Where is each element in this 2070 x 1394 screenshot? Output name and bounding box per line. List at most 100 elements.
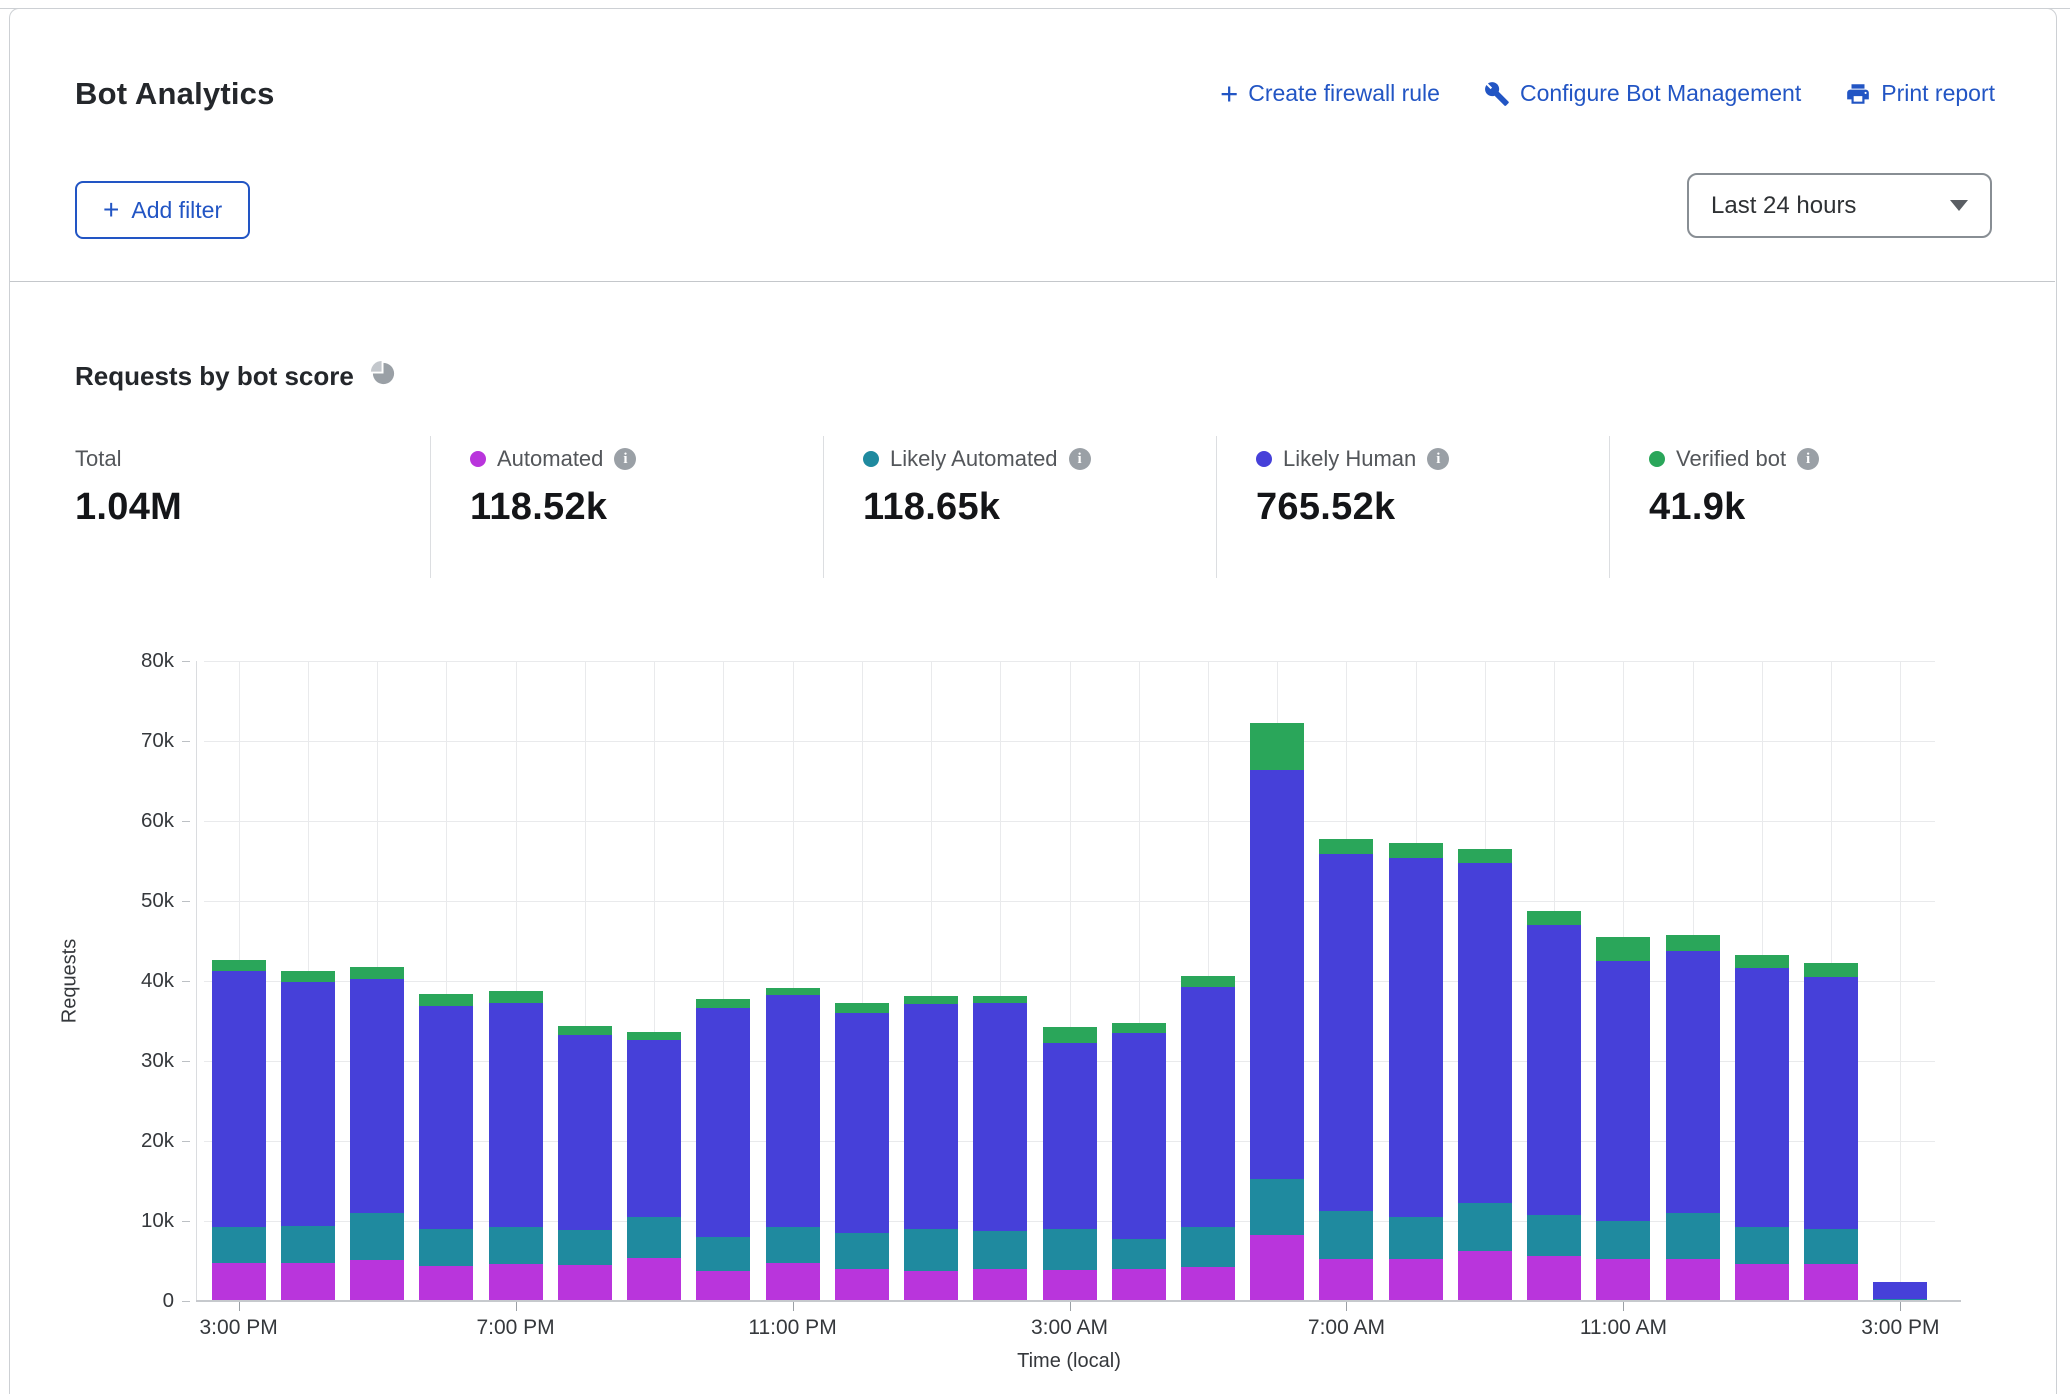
bar-segment-verified-bot[interactable] [1319,839,1373,854]
bar-segment-likely-automated[interactable] [1458,1203,1512,1250]
bar-segment-likely-human[interactable] [627,1040,681,1217]
bar-segment-likely-automated[interactable] [696,1237,750,1271]
add-filter-button[interactable]: + Add filter [75,181,250,239]
bar-segment-verified-bot[interactable] [350,967,404,979]
bar-segment-likely-human[interactable] [835,1013,889,1233]
bar-segment-likely-human[interactable] [1250,770,1304,1179]
bar-segment-likely-human[interactable] [973,1003,1027,1231]
bar-segment-likely-human[interactable] [1319,854,1373,1211]
bar-segment-verified-bot[interactable] [1389,843,1443,858]
bar-segment-likely-automated[interactable] [835,1233,889,1269]
bar-segment-automated[interactable] [1735,1264,1789,1301]
bar-segment-likely-human[interactable] [281,982,335,1226]
bar-segment-likely-human[interactable] [1458,863,1512,1203]
bar-segment-verified-bot[interactable] [627,1032,681,1040]
bar-segment-likely-human[interactable] [350,979,404,1213]
bar-segment-automated[interactable] [1458,1251,1512,1301]
bar-segment-likely-human[interactable] [558,1035,612,1230]
bar-segment-automated[interactable] [1250,1235,1304,1301]
bar-segment-automated[interactable] [419,1266,473,1301]
bar-segment-likely-automated[interactable] [1666,1213,1720,1259]
create-firewall-rule-link[interactable]: + Create firewall rule [1220,80,1440,107]
bar-segment-verified-bot[interactable] [1804,963,1858,977]
bar-segment-likely-automated[interactable] [766,1227,820,1264]
bar-segment-automated[interactable] [1181,1267,1235,1301]
bar-segment-automated[interactable] [1596,1259,1650,1301]
bar-segment-verified-bot[interactable] [973,996,1027,1003]
bar-segment-verified-bot[interactable] [696,999,750,1008]
bar-segment-likely-automated[interactable] [1250,1179,1304,1235]
bar-segment-automated[interactable] [835,1269,889,1301]
bar-segment-likely-automated[interactable] [1527,1215,1581,1257]
bar-segment-likely-automated[interactable] [973,1231,1027,1269]
bar-segment-likely-automated[interactable] [904,1229,958,1271]
bar-segment-likely-human[interactable] [904,1004,958,1229]
bar-segment-automated[interactable] [1666,1259,1720,1301]
info-icon[interactable]: i [1427,448,1449,470]
bar-segment-automated[interactable] [904,1271,958,1301]
bar-segment-verified-bot[interactable] [1596,937,1650,961]
bar-segment-likely-human[interactable] [1389,858,1443,1217]
bar-segment-verified-bot[interactable] [281,971,335,981]
bar-segment-likely-human[interactable] [419,1006,473,1229]
bar-segment-likely-automated[interactable] [1112,1239,1166,1269]
bar-segment-verified-bot[interactable] [1250,723,1304,770]
bar-segment-automated[interactable] [281,1263,335,1301]
bar-segment-automated[interactable] [973,1269,1027,1301]
bar-segment-likely-human[interactable] [1596,961,1650,1221]
bar-segment-likely-automated[interactable] [1735,1227,1789,1265]
bar-segment-automated[interactable] [696,1271,750,1301]
bar-segment-likely-automated[interactable] [1043,1229,1097,1270]
bar-segment-verified-bot[interactable] [489,991,543,1003]
bar-segment-likely-human[interactable] [489,1003,543,1227]
time-range-select[interactable]: Last 24 hours [1687,173,1992,238]
bar-segment-verified-bot[interactable] [1112,1023,1166,1033]
bar-segment-likely-human[interactable] [212,971,266,1228]
bar-segment-verified-bot[interactable] [904,996,958,1004]
bar-segment-likely-automated[interactable] [281,1226,335,1263]
bar-segment-likely-human[interactable] [766,995,820,1226]
bar-segment-verified-bot[interactable] [766,988,820,995]
bar-segment-verified-bot[interactable] [1181,976,1235,986]
bar-segment-automated[interactable] [1389,1259,1443,1301]
bar-segment-likely-automated[interactable] [212,1227,266,1263]
bar-segment-verified-bot[interactable] [835,1003,889,1013]
bar-segment-automated[interactable] [1043,1270,1097,1301]
print-report-link[interactable]: Print report [1845,80,1995,107]
bar-segment-verified-bot[interactable] [1527,911,1581,925]
configure-bot-management-link[interactable]: Configure Bot Management [1484,80,1801,107]
bar-segment-verified-bot[interactable] [1735,955,1789,969]
bar-segment-verified-bot[interactable] [1458,849,1512,863]
bar-segment-verified-bot[interactable] [558,1026,612,1035]
bar-segment-likely-human[interactable] [1873,1282,1927,1299]
bar-segment-automated[interactable] [766,1263,820,1301]
bar-segment-likely-automated[interactable] [1596,1221,1650,1259]
bar-segment-likely-automated[interactable] [627,1217,681,1258]
bar-segment-automated[interactable] [558,1265,612,1301]
bar-segment-likely-human[interactable] [1043,1043,1097,1229]
bar-segment-automated[interactable] [1804,1264,1858,1301]
bar-segment-likely-human[interactable] [1666,951,1720,1213]
bar-segment-automated[interactable] [489,1264,543,1301]
bar-segment-automated[interactable] [1319,1259,1373,1301]
bar-segment-automated[interactable] [1527,1256,1581,1301]
bar-segment-automated[interactable] [350,1260,404,1301]
bar-segment-likely-automated[interactable] [489,1227,543,1265]
bar-segment-likely-automated[interactable] [1181,1227,1235,1267]
bar-segment-likely-automated[interactable] [1319,1211,1373,1259]
bar-segment-likely-human[interactable] [696,1008,750,1237]
bar-segment-likely-automated[interactable] [419,1229,473,1266]
bar-segment-automated[interactable] [1112,1269,1166,1301]
bar-segment-likely-human[interactable] [1527,925,1581,1215]
bar-segment-likely-automated[interactable] [350,1213,404,1260]
bar-segment-likely-human[interactable] [1181,987,1235,1227]
bar-segment-automated[interactable] [627,1258,681,1301]
info-icon[interactable]: i [614,448,636,470]
info-icon[interactable]: i [1797,448,1819,470]
bar-segment-verified-bot[interactable] [1043,1027,1097,1043]
bar-segment-likely-automated[interactable] [558,1230,612,1265]
bar-segment-verified-bot[interactable] [419,994,473,1006]
bar-segment-likely-human[interactable] [1112,1033,1166,1239]
bar-segment-verified-bot[interactable] [1666,935,1720,950]
bar-segment-likely-automated[interactable] [1389,1217,1443,1259]
